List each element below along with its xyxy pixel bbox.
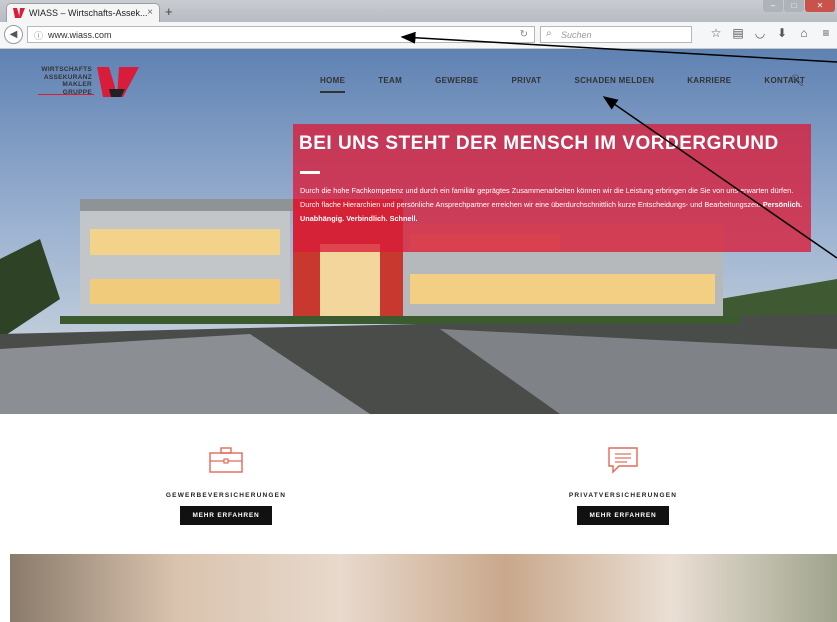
site-info-icon[interactable]: ⓘ (34, 29, 43, 42)
menu-item-team[interactable]: TEAM (378, 76, 402, 93)
new-tab-button[interactable]: + (165, 4, 173, 19)
home-icon[interactable]: ⌂ (793, 26, 815, 40)
reload-icon[interactable]: ↻ (520, 29, 528, 40)
hero-section: WIRTSCHAFTS ASSEKURANZ MAKLER GRUPPE HOM… (0, 49, 837, 414)
menu-item-schaden-melden[interactable]: SCHADEN MELDEN (574, 76, 654, 93)
headline-divider (300, 171, 320, 174)
pocket-icon[interactable]: ◡ (749, 26, 771, 40)
briefcase-icon (209, 447, 243, 473)
card-privat-button[interactable]: MEHR ERFAHREN (577, 506, 669, 525)
chat-bubble-icon (608, 447, 638, 474)
firefighter-banner-image (10, 554, 837, 622)
hero-paragraph: Durch die hohe Fachkompetenz und durch e… (300, 186, 794, 209)
bookmark-star-icon[interactable]: ☆ (705, 26, 727, 40)
service-cards: GEWERBEVERSICHERUNGEN MEHR ERFAHREN PRIV… (0, 414, 837, 554)
minimize-icon[interactable]: – (763, 0, 783, 12)
url-text: www.wiass.com (48, 30, 112, 40)
favicon-icon (13, 8, 25, 18)
menu-item-home[interactable]: HOME (320, 76, 346, 93)
site-search-icon[interactable]: 🔍︎ (790, 74, 804, 87)
card-gewerbe: GEWERBEVERSICHERUNGEN MEHR ERFAHREN (126, 446, 326, 525)
card-gewerbe-label: GEWERBEVERSICHERUNGEN (165, 492, 287, 499)
card-privat: PRIVATVERSICHERUNGEN MEHR ERFAHREN (523, 446, 723, 525)
web-page: WIRTSCHAFTS ASSEKURANZ MAKLER GRUPPE HOM… (0, 49, 837, 622)
window-controls: – □ ✕ (762, 0, 835, 14)
maximize-icon[interactable]: □ (784, 0, 804, 12)
toolbar-icons: ☆ ▤ ◡ ⬇ ⌂ ≡ (705, 26, 837, 40)
browser-tab-bar: WIASS – Wirtschafts-Assek... × + – □ ✕ (0, 0, 837, 22)
hero-text: Durch die hohe Fachkompetenz und durch e… (300, 184, 805, 226)
browser-tab[interactable]: WIASS – Wirtschafts-Assek... × (6, 3, 160, 22)
card-gewerbe-button[interactable]: MEHR ERFAHREN (180, 506, 272, 525)
logo-text: WIRTSCHAFTS ASSEKURANZ MAKLER GRUPPE (41, 66, 92, 96)
hero-headline: BEI UNS STEHT DER MENSCH IM VORDERGRUND (299, 133, 779, 154)
back-button[interactable]: ◀ (4, 25, 23, 44)
search-input[interactable]: ⌕ Suchen (540, 26, 692, 43)
tab-close-icon[interactable]: × (147, 7, 153, 18)
menu-item-privat[interactable]: PRIVAT (512, 76, 542, 93)
menu-icon[interactable]: ≡ (815, 26, 837, 40)
menu-item-gewerbe[interactable]: GEWERBE (435, 76, 478, 93)
search-icon: ⌕ (546, 28, 552, 39)
search-placeholder: Suchen (561, 30, 592, 40)
address-bar[interactable]: ⓘ www.wiass.com ↻ (27, 26, 535, 43)
tab-title: WIASS – Wirtschafts-Assek... (29, 8, 148, 18)
window-close-icon[interactable]: ✕ (805, 0, 835, 12)
logo-mark-icon (97, 67, 139, 97)
browser-toolbar: ◀ ⓘ www.wiass.com ↻ ⌕ Suchen ☆ ▤ ◡ ⬇ ⌂ ≡ (0, 22, 837, 49)
menu-item-karriere[interactable]: KARRIERE (687, 76, 731, 93)
download-icon[interactable]: ⬇ (771, 26, 793, 40)
main-menu: HOME TEAM GEWERBE PRIVAT SCHADEN MELDEN … (320, 76, 837, 93)
company-logo[interactable]: WIRTSCHAFTS ASSEKURANZ MAKLER GRUPPE (38, 66, 153, 120)
reading-list-icon[interactable]: ▤ (727, 26, 749, 40)
card-privat-label: PRIVATVERSICHERUNGEN (568, 492, 678, 499)
